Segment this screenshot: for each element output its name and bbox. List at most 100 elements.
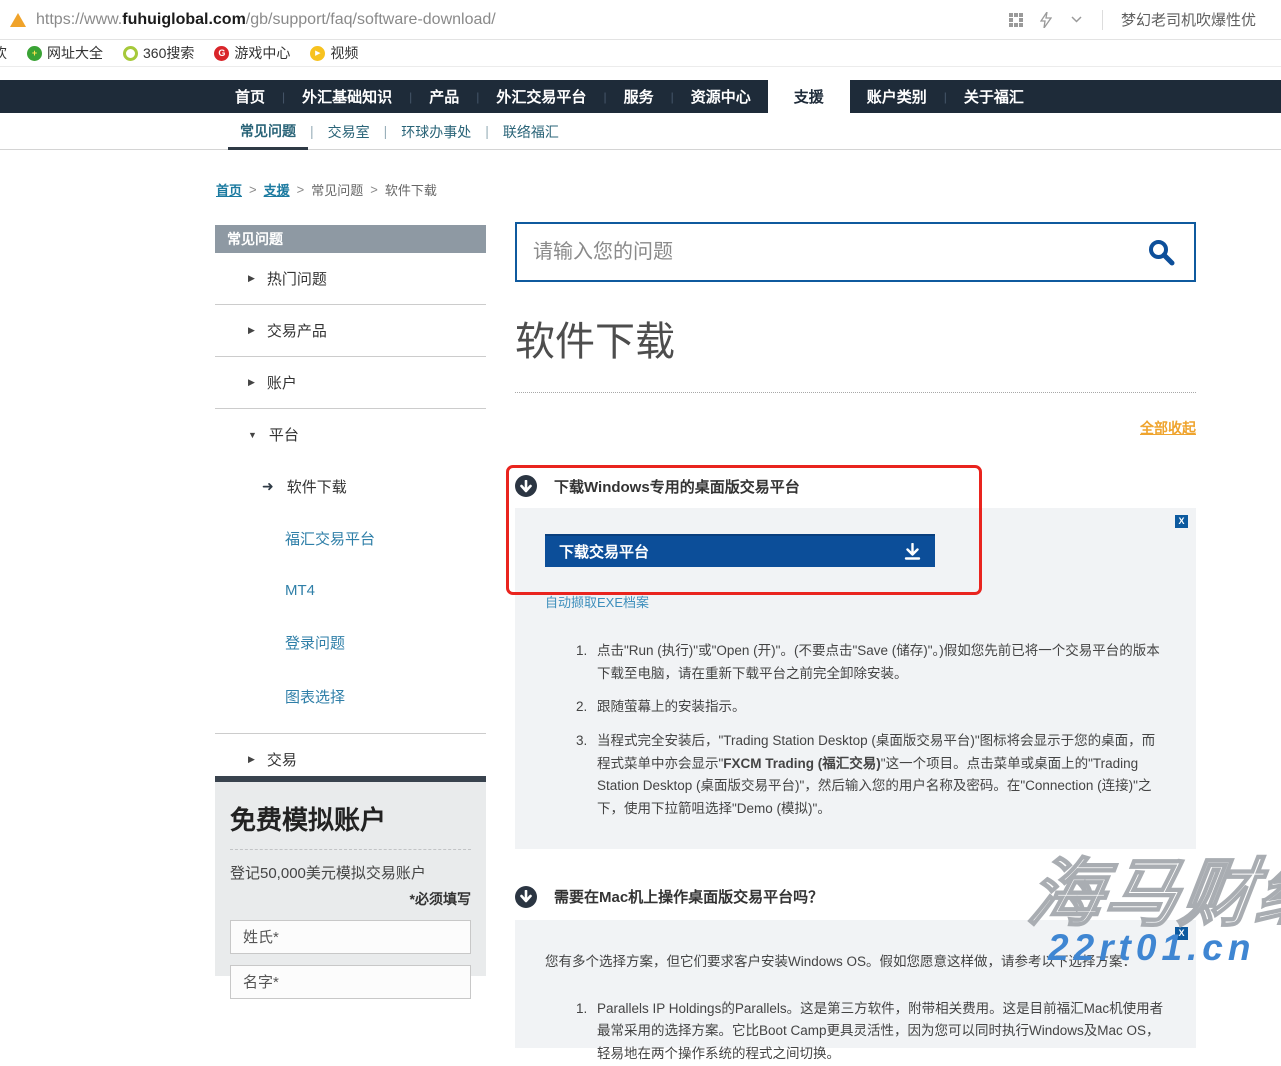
subnav-item-trading-room[interactable]: 交易室 <box>316 113 382 150</box>
accordion-title: 需要在Mac机上操作桌面版交易平台吗？ <box>554 886 823 907</box>
bookmark-video[interactable]: ▶ 视频 <box>310 43 358 63</box>
collapse-arrow-icon <box>515 886 537 908</box>
breadcrumb-faq: 常见问题 <box>311 180 363 199</box>
close-icon[interactable]: X <box>1175 927 1188 940</box>
subnav-divider: | <box>308 123 316 139</box>
free-demo-account-form: 免费模拟账户 登记50,000美元模拟交易账户 *必须填写 <box>215 776 486 976</box>
triangle-right-icon: ▶ <box>248 377 255 388</box>
nav-item-home[interactable]: 首页 <box>218 80 282 113</box>
sidebar-item-label: 软件下载 <box>287 476 347 497</box>
sidebar-item-label: 平台 <box>269 424 299 445</box>
search-button[interactable] <box>1144 235 1178 269</box>
close-icon[interactable]: X <box>1175 515 1188 528</box>
accordion-windows-download: 下载Windows专用的桌面版交易平台 X 下载交易平台 自动撷取EXE档案 点… <box>515 475 1196 849</box>
exe-download-link[interactable]: 自动撷取EXE档案 <box>545 592 649 611</box>
breadcrumb-support[interactable]: 支援 <box>264 180 290 199</box>
mac-panel: X 您有多个选择方案，但它们要求客户安装Windows OS。假如您愿意这样做，… <box>515 920 1196 1048</box>
bookmark-partial-text[interactable]: 欢 <box>0 43 7 63</box>
accordion-mac-header[interactable]: 需要在Mac机上操作桌面版交易平台吗？ <box>515 886 1196 908</box>
qr-grid-icon[interactable] <box>1008 12 1024 28</box>
collapse-arrow-icon <box>515 475 537 497</box>
triangle-right-icon: ▶ <box>248 325 255 336</box>
subnav-item-global-offices[interactable]: 环球办事处 <box>389 113 483 150</box>
subnav-item-contact[interactable]: 联络福汇 <box>491 113 571 150</box>
demo-form-title: 免费模拟账户 <box>230 800 471 850</box>
nav-item-support[interactable]: 支援 <box>768 80 850 113</box>
option-text: Parallels IP Holdings的Parallels。这是第三方软件，… <box>597 1001 1163 1061</box>
accordion-title: 下载Windows专用的桌面版交易平台 <box>554 476 800 497</box>
sidebar-item-login-issues[interactable]: 登录问题 <box>215 620 486 665</box>
nav-item-about-fxcm[interactable]: 关于福汇 <box>947 80 1041 113</box>
bookmark-wangzhi-daquan[interactable]: + 网址大全 <box>27 43 103 63</box>
install-step: 当程式完全安装后，"Trading Station Desktop (桌面版交易… <box>591 730 1166 821</box>
step-text-bold: FXCM Trading (福汇交易) <box>723 756 881 771</box>
nav-item-resources[interactable]: 资源中心 <box>674 80 768 113</box>
windows-download-panel: X 下载交易平台 自动撷取EXE档案 点击"Run (执行)"或"Open (开… <box>515 508 1196 849</box>
dotted-divider <box>515 392 1196 393</box>
triangle-down-icon: ▼ <box>248 430 257 440</box>
sidebar-item-mt4[interactable]: MT4 <box>215 570 486 611</box>
mac-options-list: Parallels IP Holdings的Parallels。这是第三方软件，… <box>563 998 1166 1066</box>
lightning-icon[interactable] <box>1038 12 1054 28</box>
search-input[interactable] <box>533 241 1144 264</box>
toolbar-divider <box>1102 10 1103 30</box>
sidebar-header: 常见问题 <box>215 225 486 253</box>
breadcrumb-home[interactable]: 首页 <box>216 180 242 199</box>
sidebar-item-chart-selection[interactable]: 图表选择 <box>215 674 486 719</box>
accordion-mac: 需要在Mac机上操作桌面版交易平台吗？ X 您有多个选择方案，但它们要求客户安装… <box>515 886 1196 1048</box>
accordion-windows-header[interactable]: 下载Windows专用的桌面版交易平台 <box>515 475 1196 497</box>
sidebar-item-hot-questions[interactable]: ▶ 热门问题 <box>215 253 486 305</box>
nav-item-services[interactable]: 服务 <box>607 80 671 113</box>
url-path: /gb/support/faq/software-download/ <box>246 11 496 28</box>
subnav-divider: | <box>382 123 390 139</box>
page-title: 软件下载 <box>515 309 1196 367</box>
breadcrumb-separator: > <box>370 182 378 197</box>
last-name-field[interactable] <box>230 920 471 954</box>
mac-intro-text: 您有多个选择方案，但它们要求客户安装Windows OS。假如您愿意这样做，请参… <box>545 950 1166 970</box>
url-scheme: https://www. <box>36 11 122 28</box>
nav-item-trading-platforms[interactable]: 外汇交易平台 <box>479 80 603 113</box>
collapse-all-link[interactable]: 全部收起 <box>1140 420 1196 436</box>
bookmark-label: 360搜索 <box>143 43 194 63</box>
chevron-down-icon[interactable] <box>1068 12 1084 28</box>
arrow-right-icon: ➜ <box>262 478 274 495</box>
download-platform-button[interactable]: 下载交易平台 <box>545 534 935 567</box>
sidebar-item-platform[interactable]: ▼ 平台 <box>215 409 486 460</box>
url-field[interactable]: https://www.fuhuiglobal.com/gb/support/f… <box>36 11 1008 29</box>
play-icon: ▶ <box>310 46 325 61</box>
subnav-divider: | <box>483 123 491 139</box>
bookmark-game-center[interactable]: G 游戏中心 <box>214 43 290 63</box>
bookmark-360-search[interactable]: 360搜索 <box>123 43 194 63</box>
sidebar-item-fxcm-platform[interactable]: 福汇交易平台 <box>215 516 486 561</box>
install-steps-list: 点击"Run (执行)"或"Open (开)"。(不要点击"Save (储存)"… <box>563 640 1166 821</box>
breadcrumb-current: 软件下载 <box>385 180 437 199</box>
faq-sidebar: 常见问题 ▶ 热门问题 ▶ 交易产品 ▶ 账户 ▼ 平台 ➜ 软件下载 福汇交易… <box>215 225 486 786</box>
sidebar-item-software-download-active[interactable]: ➜ 软件下载 <box>215 464 486 509</box>
install-step: 点击"Run (执行)"或"Open (开)"。(不要点击"Save (储存)"… <box>591 640 1166 685</box>
subnav-item-faq[interactable]: 常见问题 <box>228 112 308 150</box>
required-note: *必须填写 <box>230 889 471 909</box>
sidebar-item-account[interactable]: ▶ 账户 <box>215 357 486 409</box>
mac-option: Parallels IP Holdings的Parallels。这是第三方软件，… <box>591 998 1166 1066</box>
site-security-icon[interactable] <box>10 13 26 27</box>
sidebar-item-trading-products[interactable]: ▶ 交易产品 <box>215 305 486 357</box>
page-content: 首页 > 支援 > 常见问题 > 软件下载 常见问题 ▶ 热门问题 ▶ 交易产品… <box>0 151 1281 948</box>
url-domain: fuhuiglobal.com <box>122 11 246 28</box>
plus-circle-icon: + <box>27 46 42 61</box>
nav-item-products[interactable]: 产品 <box>412 80 476 113</box>
news-ticker[interactable]: 梦幻老司机吹爆性优 <box>1121 9 1271 30</box>
demo-form-subtitle: 登记50,000美元模拟交易账户 <box>230 862 471 883</box>
browser-address-bar: https://www.fuhuiglobal.com/gb/support/f… <box>0 0 1281 40</box>
search-icon <box>1147 238 1175 266</box>
sidebar-item-label: 交易 <box>267 749 297 770</box>
nav-item-forex-basics[interactable]: 外汇基础知识 <box>285 80 409 113</box>
bookmarks-bar: 欢 + 网址大全 360搜索 G 游戏中心 ▶ 视频 <box>0 40 1281 67</box>
first-name-field[interactable] <box>230 965 471 999</box>
nav-item-account-types[interactable]: 账户类别 <box>850 80 944 113</box>
question-search-box <box>515 222 1196 282</box>
sidebar-item-label: 账户 <box>267 372 297 393</box>
ring-icon <box>123 46 138 61</box>
step-text: 点击"Run (执行)"或"Open (开)"。(不要点击"Save (储存)"… <box>597 643 1160 681</box>
download-icon <box>904 543 921 560</box>
triangle-right-icon: ▶ <box>248 273 255 284</box>
